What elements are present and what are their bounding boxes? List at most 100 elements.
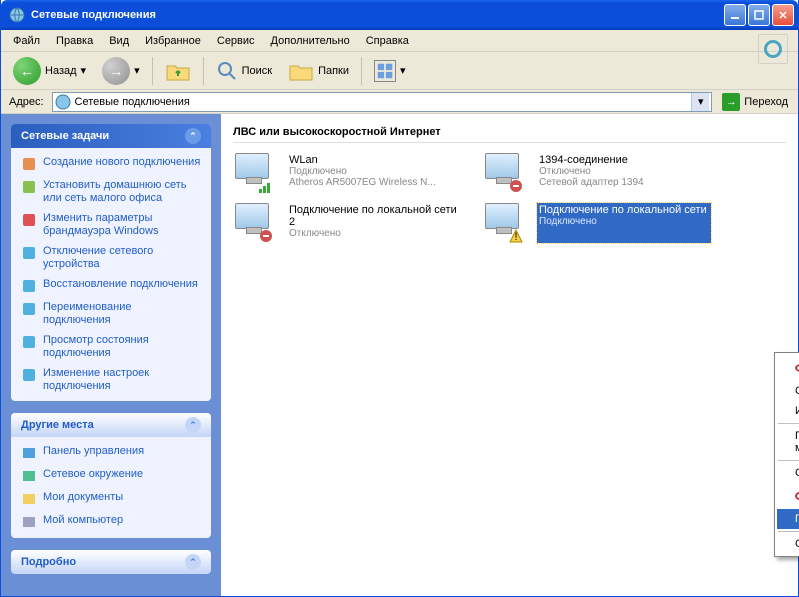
folders-label: Папки: [318, 65, 349, 77]
address-value: Сетевые подключения: [75, 96, 692, 108]
place-label: Сетевое окружение: [43, 468, 143, 484]
sidebar-place-link[interactable]: Сетевое окружение: [21, 468, 201, 484]
separator: [203, 57, 204, 85]
sidebar-task-link[interactable]: Переименование подключения: [21, 301, 201, 327]
address-dropdown[interactable]: ▾: [691, 93, 709, 111]
task-label: Установить домашнюю сеть или сеть малого…: [43, 179, 201, 205]
close-button[interactable]: [772, 4, 794, 26]
panel-tasks-title: Сетевые задачи: [21, 130, 109, 142]
menu-edit[interactable]: Правка: [48, 32, 101, 50]
connection-item[interactable]: !Подключение по локальной сетиПодключено: [483, 201, 713, 245]
sidebar-task-link[interactable]: Восстановление подключения: [21, 278, 201, 294]
connection-name: WLan: [289, 154, 459, 166]
back-button[interactable]: ← Назад ▾: [7, 54, 92, 88]
panel-details-title: Подробно: [21, 556, 76, 568]
task-icon: [21, 367, 37, 383]
separator: [361, 57, 362, 85]
main-area: ЛВС или высокоскоростной Интернет WLanПо…: [221, 114, 798, 596]
section-title: ЛВС или высокоскоростной Интернет: [233, 122, 786, 143]
context-menu-item[interactable]: Подключения типа мост: [777, 426, 799, 458]
window-title: Сетевые подключения: [29, 9, 724, 21]
go-label: Переход: [744, 96, 788, 108]
network-icon: [9, 7, 25, 23]
sidebar-task-link[interactable]: Установить домашнюю сеть или сеть малого…: [21, 179, 201, 205]
place-icon: [21, 445, 37, 461]
menu-favorites[interactable]: Избранное: [137, 32, 209, 50]
sidebar: Сетевые задачи ⌃ Создание нового подключ…: [1, 114, 221, 596]
connection-item[interactable]: 1394-соединениеОтключеноСетевой адаптер …: [483, 151, 713, 195]
address-label: Адрес:: [5, 96, 48, 108]
connection-item[interactable]: WLanПодключеноAtheros AR5007EG Wireless …: [233, 151, 463, 195]
menu-separator: [778, 423, 799, 424]
search-button[interactable]: Поиск: [210, 57, 278, 85]
sidebar-task-link[interactable]: Создание нового подключения: [21, 156, 201, 172]
collapse-icon: ⌃: [185, 417, 201, 433]
menu-view[interactable]: Вид: [101, 32, 137, 50]
place-label: Мой компьютер: [43, 514, 123, 530]
connection-status: Отключено: [539, 166, 709, 177]
status-badge-icon: [259, 179, 273, 193]
address-input[interactable]: Сетевые подключения ▾: [52, 92, 713, 112]
task-label: Отключение сетевого устройства: [43, 245, 201, 271]
sidebar-place-link[interactable]: Мои документы: [21, 491, 201, 507]
go-button[interactable]: → Переход: [716, 91, 794, 113]
connection-item[interactable]: Подключение по локальной сети 2Отключено: [233, 201, 463, 245]
task-icon: [21, 334, 37, 350]
sidebar-task-link[interactable]: Отключение сетевого устройства: [21, 245, 201, 271]
separator: [152, 57, 153, 85]
chevron-down-icon: ▾: [134, 64, 140, 77]
menu-extra[interactable]: Дополнительно: [263, 32, 358, 50]
maximize-button[interactable]: [748, 4, 770, 26]
throbber-icon: [758, 34, 788, 64]
place-icon: [21, 514, 37, 530]
context-menu-item[interactable]: Отключить: [777, 355, 799, 381]
views-button[interactable]: ▾: [368, 57, 412, 85]
forward-button[interactable]: → ▾: [96, 54, 146, 88]
menu-tools[interactable]: Сервис: [209, 32, 263, 50]
forward-arrow-icon: →: [102, 57, 130, 85]
sidebar-task-link[interactable]: Изменить параметры брандмауэра Windows: [21, 212, 201, 238]
minimize-button[interactable]: [724, 4, 746, 26]
task-label: Просмотр состояния подключения: [43, 334, 201, 360]
panel-tasks-header[interactable]: Сетевые задачи ⌃: [11, 124, 211, 148]
place-label: Мои документы: [43, 491, 123, 507]
task-icon: [21, 179, 37, 195]
context-menu-item[interactable]: Исправить: [777, 401, 799, 421]
menu-separator: [778, 531, 799, 532]
titlebar[interactable]: Сетевые подключения: [1, 0, 798, 30]
sidebar-task-link[interactable]: Изменение настроек подключения: [21, 367, 201, 393]
context-menu-item[interactable]: Свойства: [777, 534, 799, 554]
sidebar-task-link[interactable]: Просмотр состояния подключения: [21, 334, 201, 360]
menubar: Файл Правка Вид Избранное Сервис Дополни…: [1, 30, 798, 52]
task-label: Переименование подключения: [43, 301, 201, 327]
sidebar-place-link[interactable]: Панель управления: [21, 445, 201, 461]
task-label: Создание нового подключения: [43, 156, 200, 172]
menu-help[interactable]: Справка: [358, 32, 417, 50]
panel-details-header[interactable]: Подробно ⌃: [11, 550, 211, 574]
context-menu-item[interactable]: Состояние: [777, 381, 799, 401]
context-menu-item[interactable]: Создать ярлык: [777, 463, 799, 483]
connection-detail: Atheros AR5007EG Wireless N...: [289, 177, 459, 188]
connection-name: Подключение по локальной сети: [539, 204, 709, 216]
up-button[interactable]: [159, 57, 197, 85]
connection-name: 1394-соединение: [539, 154, 709, 166]
menu-file[interactable]: Файл: [5, 32, 48, 50]
place-label: Панель управления: [43, 445, 144, 461]
panel-places-title: Другие места: [21, 419, 94, 431]
task-icon: [21, 278, 37, 294]
context-menu: ОтключитьСостояниеИсправить Подключения т…: [774, 352, 799, 557]
panel-places-header[interactable]: Другие места ⌃: [11, 413, 211, 437]
status-badge-icon: !: [509, 229, 523, 243]
context-menu-item[interactable]: Переименовать: [777, 509, 799, 529]
go-arrow-icon: →: [722, 93, 740, 111]
back-arrow-icon: ←: [13, 57, 41, 85]
magnifier-icon: [216, 60, 238, 82]
task-icon: [21, 301, 37, 317]
place-icon: [21, 491, 37, 507]
connection-detail: Сетевой адаптер 1394: [539, 177, 709, 188]
collapse-icon: ⌃: [185, 128, 201, 144]
status-badge-icon: [259, 229, 273, 243]
sidebar-place-link[interactable]: Мой компьютер: [21, 514, 201, 530]
panel-tasks: Сетевые задачи ⌃ Создание нового подключ…: [11, 124, 211, 401]
folders-button[interactable]: Папки: [282, 57, 355, 85]
